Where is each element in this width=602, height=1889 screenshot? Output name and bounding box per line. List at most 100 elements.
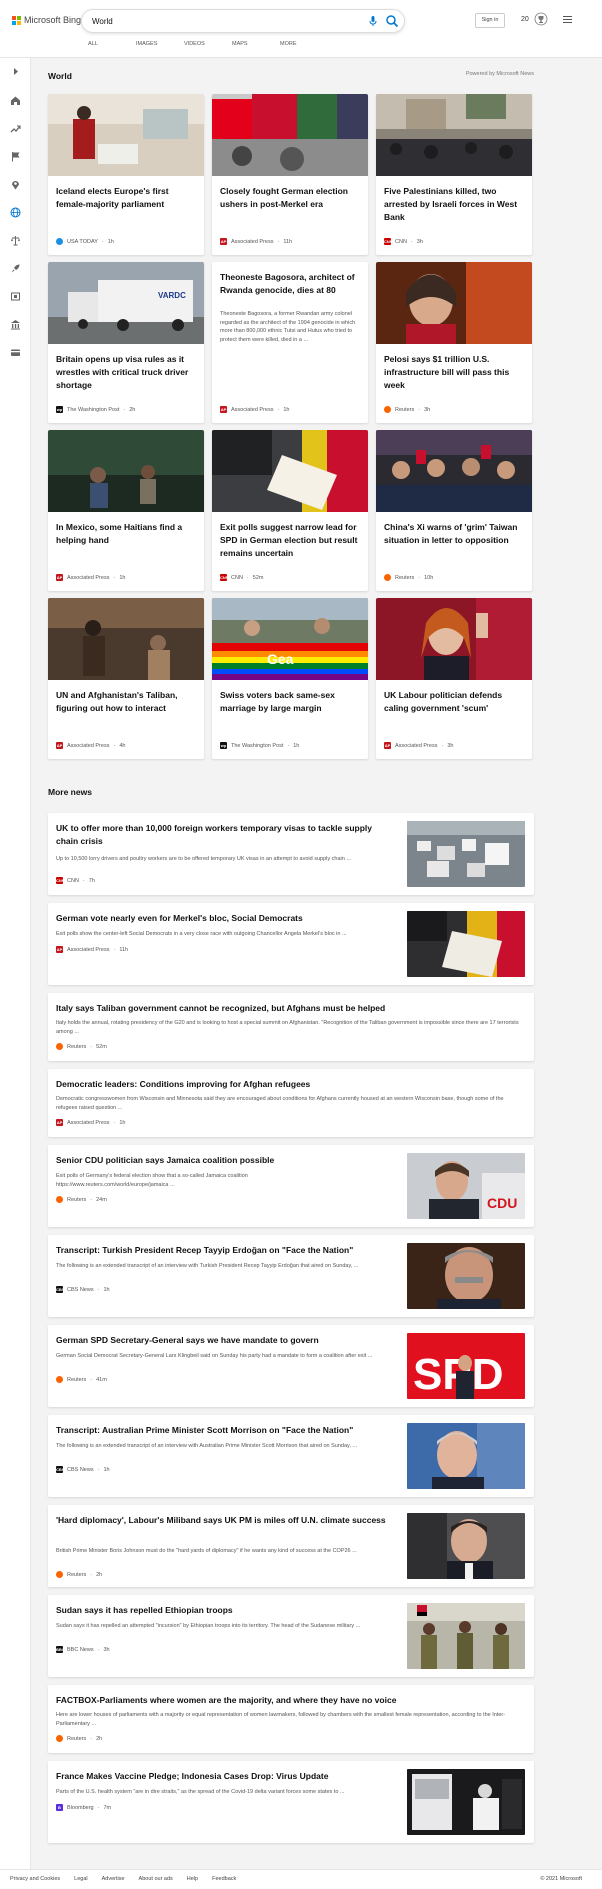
card-source: wp The Washington Post · 2h	[56, 406, 136, 413]
news-card[interactable]: UN and Afghanistan's Taliban, figuring o…	[48, 598, 204, 759]
card-image: VARDC	[48, 262, 204, 344]
microphone-icon[interactable]	[367, 15, 379, 27]
associated-press-icon: AP	[56, 574, 63, 581]
item-title[interactable]: UK to offer more than 10,000 foreign wor…	[56, 822, 396, 848]
card-title[interactable]: Swiss voters back same-sex marriage by l…	[220, 689, 361, 715]
card-title[interactable]: Exit polls suggest narrow lead for SPD i…	[220, 521, 361, 560]
item-title[interactable]: FACTBOX-Parliaments where women are the …	[56, 1694, 526, 1707]
associated-press-icon: AP	[220, 406, 227, 413]
svg-text:VARDC: VARDC	[158, 291, 186, 300]
rewards-trophy-icon[interactable]	[534, 12, 548, 26]
more-news-item[interactable]: German vote nearly even for Merkel's blo…	[48, 903, 534, 985]
news-card[interactable]: Closely fought German election ushers in…	[212, 94, 368, 255]
scope-more[interactable]: MORE	[280, 41, 328, 47]
card-title[interactable]: Britain opens up visa rules as it wrestl…	[56, 353, 197, 392]
news-card[interactable]: In Mexico, some Haitians find a helping …	[48, 430, 204, 591]
footer-link-about-ads[interactable]: About our ads	[139, 1876, 173, 1882]
footer-link-legal[interactable]: Legal	[74, 1876, 87, 1882]
search-box[interactable]	[81, 9, 405, 33]
card-title[interactable]: Iceland elects Europe's first female-maj…	[56, 185, 197, 211]
rocket-icon[interactable]	[10, 263, 21, 274]
news-card[interactable]: Gea Swiss voters back same-sex marriage …	[212, 598, 368, 759]
more-news-item[interactable]: Transcript: Turkish President Recep Tayy…	[48, 1235, 534, 1317]
item-title[interactable]: Sudan says it has repelled Ethiopian tro…	[56, 1604, 396, 1617]
footer-link-help[interactable]: Help	[187, 1876, 198, 1882]
scope-videos[interactable]: VIDEOS	[184, 41, 232, 47]
item-snippet: Democratic congresswomen from Wisconsin …	[56, 1096, 504, 1111]
card-title[interactable]: Theoneste Bagosora, architect of Rwanda …	[220, 271, 361, 297]
card-source: USA TODAY · 1h	[56, 238, 114, 245]
home-icon[interactable]	[10, 95, 21, 106]
item-title[interactable]: France Makes Vaccine Pledge; Indonesia C…	[56, 1770, 396, 1783]
card-title[interactable]: UK Labour politician defends caling gove…	[384, 689, 525, 715]
expand-chevron-icon[interactable]	[10, 66, 21, 77]
item-title[interactable]: Senior CDU politician says Jamaica coali…	[56, 1154, 396, 1167]
more-news-item[interactable]: Transcript: Australian Prime Minister Sc…	[48, 1415, 534, 1497]
footer-link-feedback[interactable]: Feedback	[212, 1876, 236, 1882]
news-card[interactable]: VARDC Britain opens up visa rules as it …	[48, 262, 204, 423]
associated-press-icon: AP	[220, 238, 227, 245]
flag-icon[interactable]	[10, 151, 21, 162]
item-source: CBS CBS News · 1h	[56, 1286, 110, 1293]
news-card[interactable]: Theoneste Bagosora, architect of Rwanda …	[212, 262, 368, 423]
logo-text: Microsoft Bing	[24, 15, 82, 25]
page-footer: Privacy and Cookies Legal Advertise Abou…	[0, 1869, 602, 1889]
location-pin-icon[interactable]	[10, 179, 21, 190]
item-title[interactable]: Italy says Taliban government cannot be …	[56, 1002, 526, 1015]
more-news-item[interactable]: 'Hard diplomacy', Labour's Miliband says…	[48, 1505, 534, 1587]
news-card[interactable]: China's Xi warns of 'grim' Taiwan situat…	[376, 430, 532, 591]
more-news-item[interactable]: German SPD Secretary-General says we hav…	[48, 1325, 534, 1407]
news-card[interactable]: Five Palestinians killed, two arrested b…	[376, 94, 532, 255]
more-news-item[interactable]: Sudan says it has repelled Ethiopian tro…	[48, 1595, 534, 1677]
news-card[interactable]: UK Labour politician defends caling gove…	[376, 598, 532, 759]
search-input[interactable]	[92, 14, 342, 29]
item-snippet: Parts of the U.S. health system "are in …	[56, 1789, 345, 1795]
microsoft-logo-icon	[12, 15, 21, 25]
news-card[interactable]: Exit polls suggest narrow lead for SPD i…	[212, 430, 368, 591]
card-title[interactable]: Closely fought German election ushers in…	[220, 185, 361, 211]
more-news-item[interactable]: Italy says Taliban government cannot be …	[48, 993, 534, 1061]
credit-card-icon[interactable]	[10, 347, 21, 358]
more-news-item[interactable]: Democratic leaders: Conditions improving…	[48, 1069, 534, 1137]
scope-images[interactable]: IMAGES	[136, 41, 184, 47]
item-title[interactable]: German vote nearly even for Merkel's blo…	[56, 912, 396, 925]
item-title[interactable]: Transcript: Australian Prime Minister Sc…	[56, 1424, 396, 1437]
more-news-item[interactable]: France Makes Vaccine Pledge; Indonesia C…	[48, 1761, 534, 1843]
bank-icon[interactable]	[10, 319, 21, 330]
balance-scale-icon[interactable]	[10, 235, 21, 246]
card-title[interactable]: In Mexico, some Haitians find a helping …	[56, 521, 197, 547]
item-thumbnail	[407, 1603, 525, 1669]
more-news-item[interactable]: Senior CDU politician says Jamaica coali…	[48, 1145, 534, 1227]
menu-icon[interactable]	[563, 16, 572, 23]
film-icon[interactable]	[10, 291, 21, 302]
item-source: Reuters · 2h	[56, 1735, 102, 1742]
item-source: B Bloomberg · 7m	[56, 1804, 111, 1811]
scope-all[interactable]: ALL	[88, 41, 136, 47]
sign-in-button[interactable]: Sign in	[475, 13, 505, 28]
item-title[interactable]: German SPD Secretary-General says we hav…	[56, 1334, 396, 1347]
trending-icon[interactable]	[10, 123, 21, 134]
footer-link-privacy[interactable]: Privacy and Cookies	[10, 1876, 60, 1882]
more-news-item[interactable]: FACTBOX-Parliaments where women are the …	[48, 1685, 534, 1753]
more-news-item[interactable]: UK to offer more than 10,000 foreign wor…	[48, 813, 534, 895]
item-title[interactable]: Democratic leaders: Conditions improving…	[56, 1078, 526, 1091]
rewards-points[interactable]: 20	[521, 16, 529, 23]
item-title[interactable]: 'Hard diplomacy', Labour's Miliband says…	[56, 1514, 396, 1527]
scope-maps[interactable]: MAPS	[232, 41, 280, 47]
card-title[interactable]: Pelosi says $1 trillion U.S. infrastruct…	[384, 353, 525, 392]
bing-logo[interactable]: Microsoft Bing	[12, 15, 81, 25]
reuters-icon	[56, 1043, 63, 1050]
card-title[interactable]: Five Palestinians killed, two arrested b…	[384, 185, 525, 224]
card-source: CNN CNN · 3h	[384, 238, 423, 245]
globe-icon[interactable]	[10, 207, 21, 218]
associated-press-icon: AP	[56, 742, 63, 749]
item-source: AP Associated Press · 1h	[56, 1119, 126, 1126]
search-icon[interactable]	[385, 14, 399, 28]
item-source: Reuters · 52m	[56, 1043, 107, 1050]
news-card[interactable]: Pelosi says $1 trillion U.S. infrastruct…	[376, 262, 532, 423]
card-title[interactable]: China's Xi warns of 'grim' Taiwan situat…	[384, 521, 525, 547]
card-title[interactable]: UN and Afghanistan's Taliban, figuring o…	[56, 689, 197, 715]
footer-link-advertise[interactable]: Advertise	[102, 1876, 125, 1882]
item-title[interactable]: Transcript: Turkish President Recep Tayy…	[56, 1244, 396, 1257]
news-card[interactable]: Iceland elects Europe's first female-maj…	[48, 94, 204, 255]
